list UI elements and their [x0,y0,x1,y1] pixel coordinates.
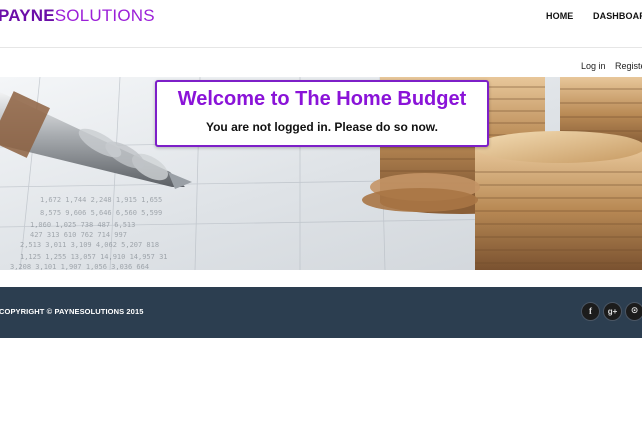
nav-home-link[interactable]: HOME [546,11,573,21]
svg-text:1,672 1,744 2,248 1,915: 1,672 1,744 2,248 1,915 1,655 [40,196,162,204]
facebook-icon[interactable]: f [581,302,600,321]
nav-dashboard-link[interactable]: DASHBOARD [593,11,642,21]
main-nav: HOME DASHBOARD [0,11,642,23]
svg-text:427 313 610 762 71: 427 313 610 762 714 997 [30,231,127,239]
svg-text:8,575 9,606 5,646 6,560: 8,575 9,606 5,646 6,560 5,599 [40,209,162,217]
account-bar: Log in Register [0,49,642,77]
github-icon[interactable]: ⊙ [625,302,642,321]
copyright-text: COPYRIGHT © PAYNESOLUTIONS 2015 [0,307,144,316]
svg-text:2,513 3,011 3,109 4,062: 2,513 3,011 3,109 4,062 5,207 818 [20,241,159,249]
hero-banner: 1,672 1,744 2,248 1,915 1,655 8,575 9,60… [0,77,642,270]
welcome-panel: Welcome to The Home Budget You are not l… [155,80,489,147]
site-footer: COPYRIGHT © PAYNESOLUTIONS 2015 f g+ ⊙ [0,287,642,338]
login-notice: You are not logged in. Please do so now. [205,120,439,134]
register-link[interactable]: Register [615,61,642,71]
svg-text:1,125 1,255 13,057 14,910: 1,125 1,255 13,057 14,910 14,957 31 [20,253,168,261]
svg-text:3,208 3,101 1,907 1,056: 3,208 3,101 1,907 1,056 3,036 664 [10,263,149,270]
svg-text:1,060 1,025 738 487: 1,060 1,025 738 487 6,513 [30,221,135,229]
login-link[interactable]: Log in [581,61,606,71]
site-header: PAYNESOLUTIONS HOME DASHBOARD [0,0,642,48]
welcome-title: Welcome to The Home Budget [177,88,467,110]
google-plus-icon[interactable]: g+ [603,302,622,321]
